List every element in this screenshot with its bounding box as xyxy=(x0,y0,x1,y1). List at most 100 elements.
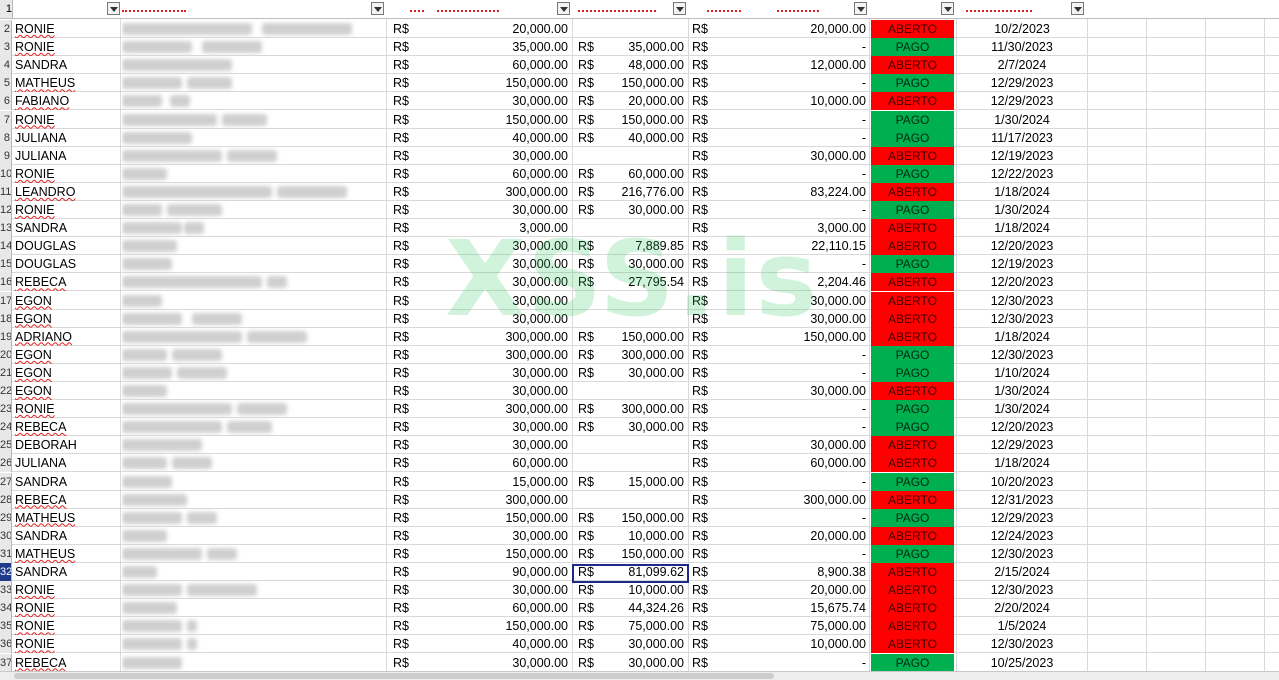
scrollbar-thumb[interactable] xyxy=(14,673,774,679)
total-value-cell[interactable]: 30,000.00 xyxy=(430,273,570,291)
currency-label[interactable]: R$ xyxy=(393,183,423,201)
redacted-cell[interactable] xyxy=(122,527,372,545)
total-value-cell[interactable]: 300,000.00 xyxy=(430,491,570,509)
client-name-cell[interactable]: DEBORAH xyxy=(14,436,120,454)
balance-value-cell[interactable]: - xyxy=(720,473,868,491)
row-number[interactable]: 31 xyxy=(0,544,12,563)
table-row[interactable]: 28 REBECA R$ 300,000.00 R$ 300,000.00 ABERTO 12… xyxy=(0,490,1279,509)
balance-value-cell[interactable]: 20,000.00 xyxy=(720,581,868,599)
total-value-cell[interactable]: 3,000.00 xyxy=(430,219,570,237)
balance-value-cell[interactable]: 30,000.00 xyxy=(720,292,868,310)
currency-label[interactable]: R$ xyxy=(393,147,423,165)
balance-value-cell[interactable]: - xyxy=(720,255,868,273)
due-date-cell[interactable]: 12/19/2023 xyxy=(958,147,1086,165)
status-cell[interactable]: ABERTO xyxy=(871,581,954,600)
client-name-cell[interactable]: RONIE xyxy=(14,617,120,635)
redacted-cell[interactable] xyxy=(122,563,372,581)
filter-dropdown-button[interactable] xyxy=(107,2,120,15)
due-date-cell[interactable]: 2/20/2024 xyxy=(958,599,1086,617)
redacted-cell[interactable] xyxy=(122,454,372,472)
total-value-cell[interactable]: 60,000.00 xyxy=(430,599,570,617)
client-name-cell[interactable]: RONIE xyxy=(14,38,120,56)
currency-label[interactable]: R$ xyxy=(393,346,423,364)
total-value-cell[interactable]: 150,000.00 xyxy=(430,74,570,92)
paid-value-cell[interactable] xyxy=(600,219,686,237)
total-value-cell[interactable]: 20,000.00 xyxy=(430,20,570,38)
client-name-cell[interactable]: FABIANO xyxy=(14,92,120,110)
currency-label[interactable]: R$ xyxy=(692,654,722,672)
paid-value-cell[interactable]: 30,000.00 xyxy=(600,635,686,653)
status-cell[interactable]: ABERTO xyxy=(871,219,954,238)
due-date-cell[interactable]: 1/30/2024 xyxy=(958,382,1086,400)
row-number[interactable]: 30 xyxy=(0,526,12,545)
currency-label[interactable]: R$ xyxy=(692,183,722,201)
due-date-cell[interactable]: 12/30/2023 xyxy=(958,346,1086,364)
currency-label[interactable]: R$ xyxy=(393,454,423,472)
paid-value-cell[interactable]: 150,000.00 xyxy=(600,328,686,346)
table-row[interactable]: 9 JULIANA R$ 30,000.00 R$ 30,000.00 ABERTO 12/1… xyxy=(0,146,1279,165)
status-cell[interactable]: ABERTO xyxy=(871,382,954,400)
total-value-cell[interactable]: 15,000.00 xyxy=(430,473,570,491)
table-row[interactable]: 26 JULIANA R$ 60,000.00 R$ 60,000.00 ABERTO 1/1… xyxy=(0,454,1279,473)
balance-value-cell[interactable]: - xyxy=(720,400,868,418)
table-row[interactable]: 33 RONIE R$ 30,000.00 R$ 10,000.00 R$ 20,000.00… xyxy=(0,581,1279,600)
due-date-cell[interactable]: 11/30/2023 xyxy=(958,38,1086,56)
currency-label[interactable]: R$ xyxy=(393,617,423,635)
balance-value-cell[interactable]: 30,000.00 xyxy=(720,310,868,328)
due-date-cell[interactable]: 12/29/2023 xyxy=(958,74,1086,92)
currency-label[interactable]: R$ xyxy=(692,527,722,545)
status-cell[interactable]: PAGO xyxy=(871,418,954,437)
currency-label[interactable]: R$ xyxy=(692,436,722,454)
currency-label[interactable]: R$ xyxy=(692,56,722,74)
row-number[interactable]: 15 xyxy=(0,255,12,274)
currency-label[interactable]: R$ xyxy=(692,38,722,56)
row-number[interactable]: 8 xyxy=(0,128,12,147)
redacted-cell[interactable] xyxy=(122,491,372,509)
balance-value-cell[interactable]: 83,224.00 xyxy=(720,183,868,201)
currency-label[interactable]: R$ xyxy=(692,74,722,92)
table-row[interactable]: 35 RONIE R$ 150,000.00 R$ 75,000.00 R$ 75,000.0… xyxy=(0,617,1279,636)
row-number[interactable]: 14 xyxy=(0,237,12,256)
client-name-cell[interactable]: EGON xyxy=(14,382,120,400)
currency-label[interactable]: R$ xyxy=(393,219,423,237)
total-value-cell[interactable]: 300,000.00 xyxy=(430,328,570,346)
paid-value-cell[interactable]: 7,889.85 xyxy=(600,237,686,255)
balance-value-cell[interactable]: - xyxy=(720,201,868,219)
status-cell[interactable]: PAGO xyxy=(871,400,954,419)
balance-value-cell[interactable]: 30,000.00 xyxy=(720,436,868,454)
client-name-cell[interactable]: RONIE xyxy=(14,165,120,183)
currency-label[interactable]: R$ xyxy=(393,436,423,454)
currency-label[interactable]: R$ xyxy=(692,328,722,346)
paid-value-cell[interactable]: 48,000.00 xyxy=(600,56,686,74)
currency-label[interactable]: R$ xyxy=(393,491,423,509)
redacted-cell[interactable] xyxy=(122,346,372,364)
due-date-cell[interactable]: 1/30/2024 xyxy=(958,201,1086,219)
currency-label[interactable]: R$ xyxy=(393,255,423,273)
paid-value-cell[interactable] xyxy=(600,147,686,165)
client-name-cell[interactable]: ADRIANO xyxy=(14,328,120,346)
redacted-cell[interactable] xyxy=(122,111,372,129)
status-cell[interactable]: PAGO xyxy=(871,110,954,129)
total-value-cell[interactable]: 35,000.00 xyxy=(430,38,570,56)
table-row[interactable]: 27 SANDRA R$ 15,000.00 R$ 15,000.00 R$ - PAGO 10/… xyxy=(0,472,1279,491)
status-cell[interactable]: PAGO xyxy=(871,363,954,382)
row-number[interactable]: 23 xyxy=(0,400,12,419)
balance-value-cell[interactable]: 30,000.00 xyxy=(720,382,868,400)
total-value-cell[interactable]: 150,000.00 xyxy=(430,545,570,563)
row-number[interactable]: 26 xyxy=(0,454,12,473)
filter-dropdown-button[interactable] xyxy=(673,2,686,15)
status-cell[interactable]: ABERTO xyxy=(871,56,954,75)
redacted-cell[interactable] xyxy=(122,599,372,617)
filter-dropdown-button[interactable] xyxy=(941,2,954,15)
row-number[interactable]: 3 xyxy=(0,38,12,57)
table-row[interactable]: 17 EGON R$ 30,000.00 R$ 30,000.00 ABERTO 12/30/… xyxy=(0,291,1279,310)
table-row[interactable]: 22 EGON R$ 30,000.00 R$ 30,000.00 ABERTO 1/30/2… xyxy=(0,382,1279,400)
total-value-cell[interactable]: 30,000.00 xyxy=(430,292,570,310)
row-number[interactable]: 35 xyxy=(0,617,12,636)
row-number[interactable]: 12 xyxy=(0,201,12,219)
total-value-cell[interactable]: 40,000.00 xyxy=(430,635,570,653)
table-row[interactable]: 20 EGON R$ 300,000.00 R$ 300,000.00 R$ - PAGO 12/… xyxy=(0,345,1279,364)
currency-label[interactable]: R$ xyxy=(692,400,722,418)
paid-value-cell[interactable] xyxy=(600,20,686,38)
redacted-cell[interactable] xyxy=(122,635,372,653)
